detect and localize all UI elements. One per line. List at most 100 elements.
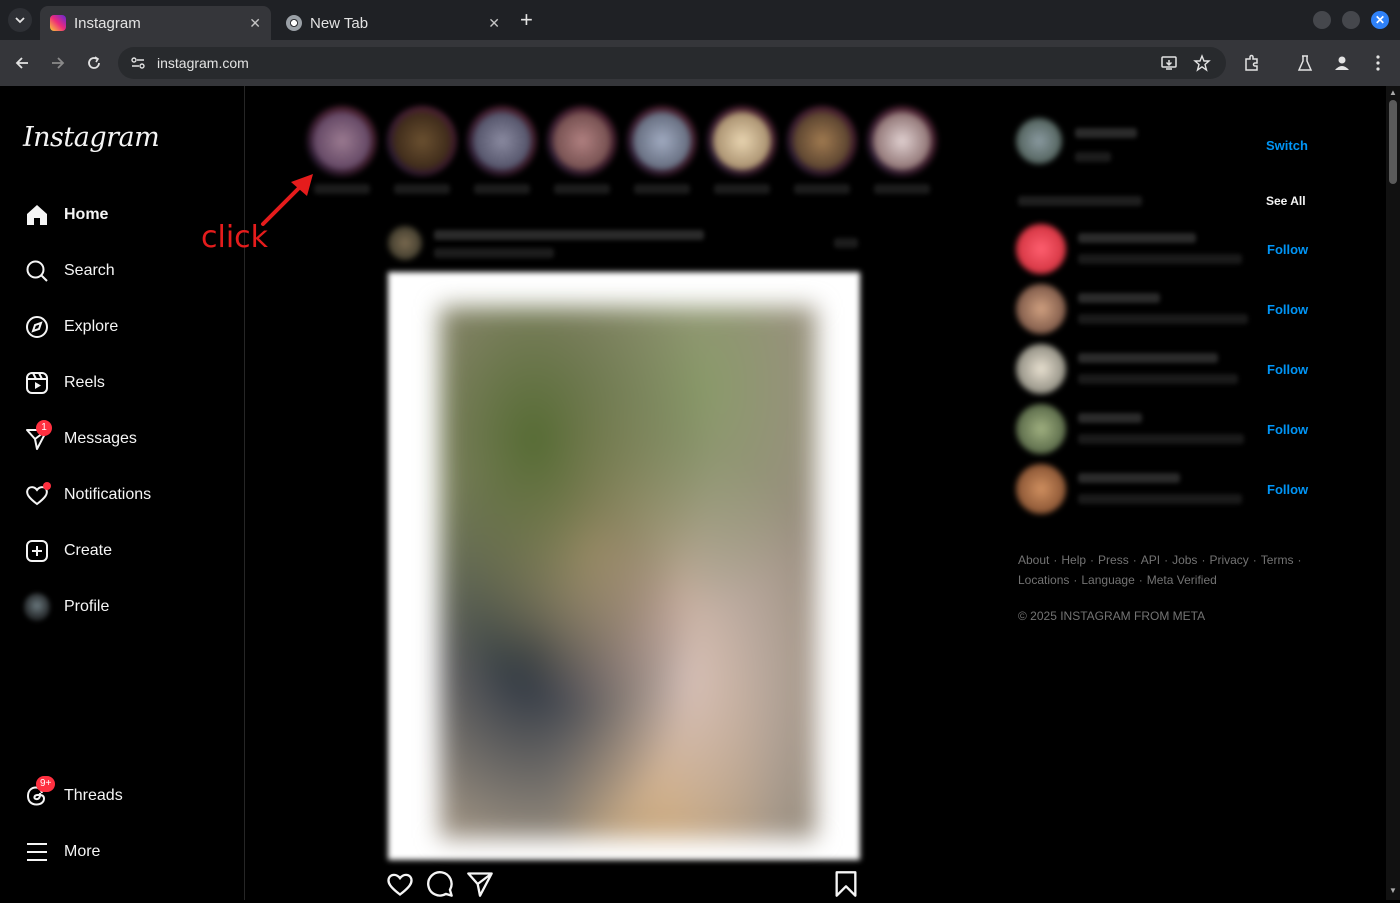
suggestion-avatar[interactable] — [1016, 224, 1066, 274]
story-ring — [547, 106, 617, 176]
story-item[interactable] — [627, 106, 697, 194]
sidebar-item-profile[interactable]: Profile — [12, 583, 232, 631]
story-item[interactable] — [787, 106, 857, 194]
story-item[interactable] — [707, 106, 777, 194]
window-close-button[interactable]: ✕ — [1371, 11, 1389, 29]
sidebar-item-more[interactable]: More — [12, 828, 232, 876]
suggestion-username[interactable] — [1078, 233, 1196, 243]
profile-icon[interactable] — [1331, 52, 1353, 74]
home-icon — [24, 202, 50, 228]
close-tab-icon[interactable]: ✕ — [488, 15, 500, 32]
sidebar: Instagram Home Search Explore Reels 1 Me… — [0, 86, 245, 900]
threads-icon: 9+ — [24, 776, 56, 809]
maximize-button[interactable] — [1342, 11, 1360, 29]
suggestion-avatar[interactable] — [1016, 284, 1066, 334]
tab-instagram[interactable]: Instagram ✕ — [40, 6, 271, 40]
follow-button[interactable]: Follow — [1267, 302, 1308, 317]
scroll-up-arrow-icon[interactable]: ▲ — [1389, 88, 1397, 97]
instagram-logo[interactable]: Instagram — [23, 122, 160, 153]
sidebar-item-label: More — [64, 843, 101, 860]
suggestion-username[interactable] — [1078, 353, 1218, 363]
post-author-avatar[interactable] — [388, 226, 422, 260]
switch-account-link[interactable]: Switch — [1266, 138, 1308, 153]
footer-link-meta-verified[interactable]: Meta Verified — [1147, 573, 1217, 587]
follow-button[interactable]: Follow — [1267, 362, 1308, 377]
reload-button[interactable] — [83, 52, 105, 74]
sidebar-item-threads[interactable]: 9+ Threads — [12, 772, 232, 820]
back-button[interactable] — [11, 52, 33, 74]
footer-link-about[interactable]: About — [1018, 553, 1049, 567]
footer-link-privacy[interactable]: Privacy — [1209, 553, 1248, 567]
follow-button[interactable]: Follow — [1267, 422, 1308, 437]
suggestion-avatar[interactable] — [1016, 464, 1066, 514]
story-item[interactable] — [867, 106, 937, 194]
browser-menu-icon[interactable] — [1367, 52, 1389, 74]
labs-flask-icon[interactable] — [1294, 52, 1316, 74]
close-tab-icon[interactable]: ✕ — [249, 15, 261, 32]
sidebar-item-search[interactable]: Search — [12, 247, 232, 295]
hamburger-icon — [24, 839, 50, 865]
sidebar-item-label: Threads — [64, 787, 123, 804]
forward-button[interactable] — [47, 52, 69, 74]
install-app-icon[interactable] — [1160, 54, 1178, 77]
current-user-avatar[interactable] — [1016, 118, 1062, 164]
story-item[interactable] — [547, 106, 617, 194]
suggestion-username[interactable] — [1078, 473, 1180, 483]
reels-icon — [24, 370, 50, 396]
sidebar-item-home[interactable]: Home — [12, 191, 232, 239]
footer-link-terms[interactable]: Terms — [1261, 553, 1294, 567]
suggestion-avatar[interactable] — [1016, 404, 1066, 454]
sidebar-item-notifications[interactable]: Notifications — [12, 471, 232, 519]
chrome-icon — [286, 15, 302, 31]
follow-button[interactable]: Follow — [1267, 242, 1308, 257]
follow-button[interactable]: Follow — [1267, 482, 1308, 497]
bookmark-star-icon[interactable] — [1193, 54, 1211, 77]
post-more-icon[interactable] — [834, 238, 858, 248]
sidebar-item-create[interactable]: Create — [12, 527, 232, 575]
tab-new-tab[interactable]: New Tab ✕ — [276, 6, 510, 40]
suggestion-username[interactable] — [1078, 293, 1160, 303]
minimize-button[interactable] — [1313, 11, 1331, 29]
footer-link-jobs[interactable]: Jobs — [1172, 553, 1197, 567]
story-ring — [307, 106, 377, 176]
address-bar[interactable]: instagram.com — [118, 47, 1226, 79]
sidebar-item-reels[interactable]: Reels — [12, 359, 232, 407]
suggestion-subtitle — [1078, 374, 1238, 384]
scrollbar[interactable]: ▲ ▼ — [1386, 86, 1400, 900]
sidebar-item-label: Notifications — [64, 486, 152, 503]
footer-link-language[interactable]: Language — [1081, 573, 1134, 587]
scroll-down-arrow-icon[interactable]: ▼ — [1389, 886, 1397, 895]
post-subtitle — [434, 248, 554, 258]
avatar — [24, 593, 50, 621]
sidebar-item-label: Create — [64, 542, 113, 559]
post-photo[interactable] — [440, 307, 816, 838]
footer-links: About · Help · Press · API · Jobs · Privacy · Terms ·… — [1018, 553, 1302, 587]
footer-link-locations[interactable]: Locations — [1018, 573, 1069, 587]
story-item[interactable] — [387, 106, 457, 194]
footer-link-press[interactable]: Press — [1098, 553, 1129, 567]
suggestion-avatar[interactable] — [1016, 344, 1066, 394]
see-all-link[interactable]: See All — [1266, 194, 1306, 208]
tab-search-button[interactable] — [8, 8, 32, 32]
new-tab-button[interactable]: + — [520, 8, 533, 32]
like-heart-icon[interactable] — [386, 870, 414, 898]
sidebar-item-explore[interactable]: Explore — [12, 303, 232, 351]
footer-link-help[interactable]: Help — [1061, 553, 1086, 567]
share-icon[interactable] — [466, 870, 494, 898]
extensions-icon[interactable] — [1241, 52, 1263, 74]
suggestion-username[interactable] — [1078, 413, 1142, 423]
save-bookmark-icon[interactable] — [832, 870, 860, 898]
comment-icon[interactable] — [426, 870, 454, 898]
messenger-icon: 1 — [24, 420, 52, 452]
current-user-fullname — [1075, 152, 1111, 162]
footer-link-api[interactable]: API — [1141, 553, 1160, 567]
site-settings-icon[interactable] — [130, 55, 146, 76]
current-user-name[interactable] — [1075, 128, 1137, 138]
browser-tab-bar: Instagram ✕ New Tab ✕ + ✕ — [0, 0, 1400, 40]
stories-tray — [305, 106, 945, 198]
scrollbar-thumb[interactable] — [1389, 100, 1397, 184]
story-item[interactable] — [467, 106, 537, 194]
copyright: © 2025 INSTAGRAM FROM META — [1018, 609, 1206, 623]
post-author-name[interactable] — [434, 230, 704, 240]
sidebar-item-messages[interactable]: 1 Messages — [12, 415, 232, 463]
